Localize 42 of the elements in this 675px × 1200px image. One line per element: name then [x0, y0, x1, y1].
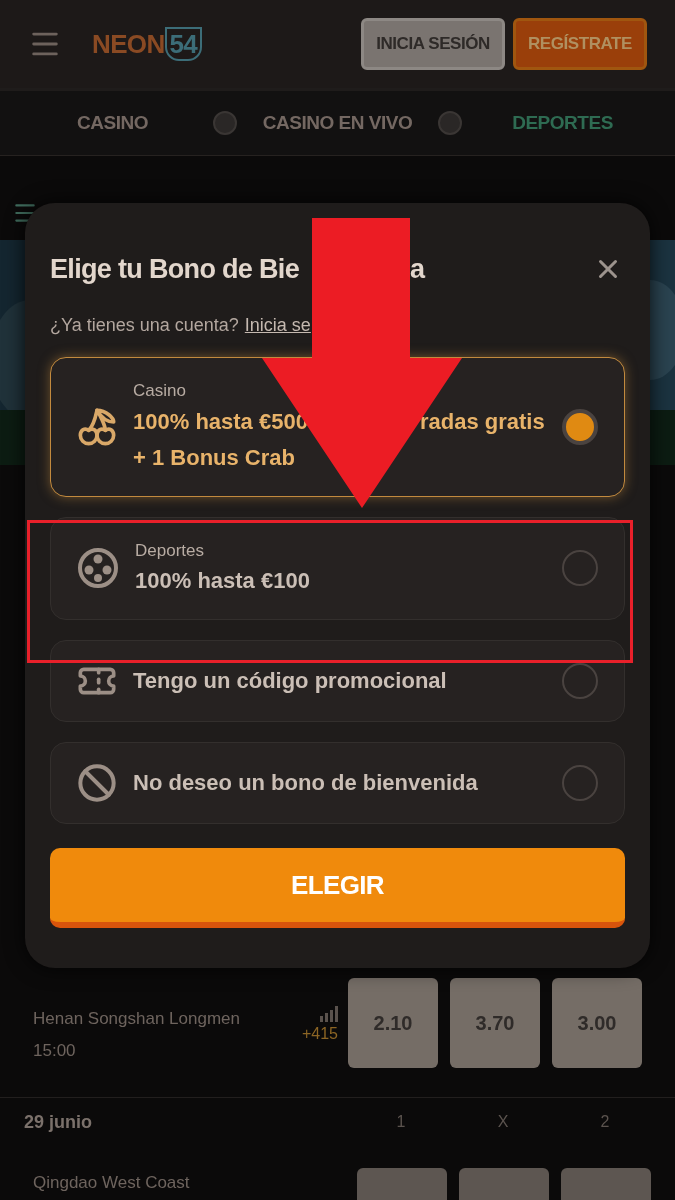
odds-button[interactable]: 3.00: [552, 978, 642, 1068]
dialog-title: Elige tu Bono de Bie: [50, 252, 300, 286]
login-link[interactable]: Inicia se: [244, 311, 311, 339]
register-button[interactable]: REGÍSTRATE: [512, 18, 647, 70]
radio-button[interactable]: [562, 765, 598, 801]
odds-button[interactable]: 2.10: [348, 978, 438, 1068]
nav-tab[interactable]: CASINO: [76, 108, 148, 138]
bonus-option[interactable]: Deportes 100% hasta €100: [50, 516, 625, 620]
stats-icon[interactable]: [320, 1006, 338, 1022]
radio-button[interactable]: [562, 663, 598, 699]
nav-tab[interactable]: CASINO EN VIVO: [262, 108, 413, 138]
match-time: 15:00: [33, 1039, 77, 1062]
soccer-ball-icon: [77, 547, 119, 590]
odds-button[interactable]: 3.70: [450, 978, 540, 1068]
bonus-option[interactable]: Tengo un código promocional: [50, 640, 625, 722]
screw-icon: [438, 111, 462, 135]
radio-button[interactable]: [562, 550, 598, 587]
option-offer: Tengo un código promocional: [133, 667, 447, 695]
option-offer: + 1 Bonus Crab: [133, 443, 295, 472]
column-label: 2: [599, 1112, 611, 1132]
date-heading: 29 junio: [24, 1110, 93, 1134]
logo[interactable]: NEON 54: [92, 24, 203, 64]
login-prompt: ¿Ya tienes una cuenta?: [50, 313, 239, 337]
ban-icon: [77, 763, 117, 803]
screw-icon: [213, 111, 237, 135]
option-category: Deportes: [135, 539, 205, 562]
option-offer: No deseo un bono de bienvenida: [133, 769, 478, 797]
column-label: X: [496, 1112, 510, 1132]
login-button[interactable]: INICIA SESIÓN: [361, 18, 505, 70]
bonus-option[interactable]: No deseo un bono de bienvenida: [50, 742, 625, 824]
team-name: Henan Songshan Longmen: [33, 1008, 241, 1030]
option-category: Casino: [133, 380, 187, 402]
option-offer: radas gratis: [419, 407, 545, 436]
markets-count[interactable]: +415: [301, 1022, 338, 1046]
cherries-icon: [77, 406, 117, 447]
dialog-title: a: [410, 252, 426, 286]
team-name: Qingdao West Coast: [33, 1172, 190, 1194]
option-offer: 100% hasta €100: [135, 567, 310, 595]
radio-button[interactable]: [562, 408, 598, 445]
column-label: 1: [395, 1112, 407, 1132]
nav-tab[interactable]: DEPORTES: [512, 108, 613, 138]
choose-button[interactable]: ELEGIR: [50, 848, 625, 928]
